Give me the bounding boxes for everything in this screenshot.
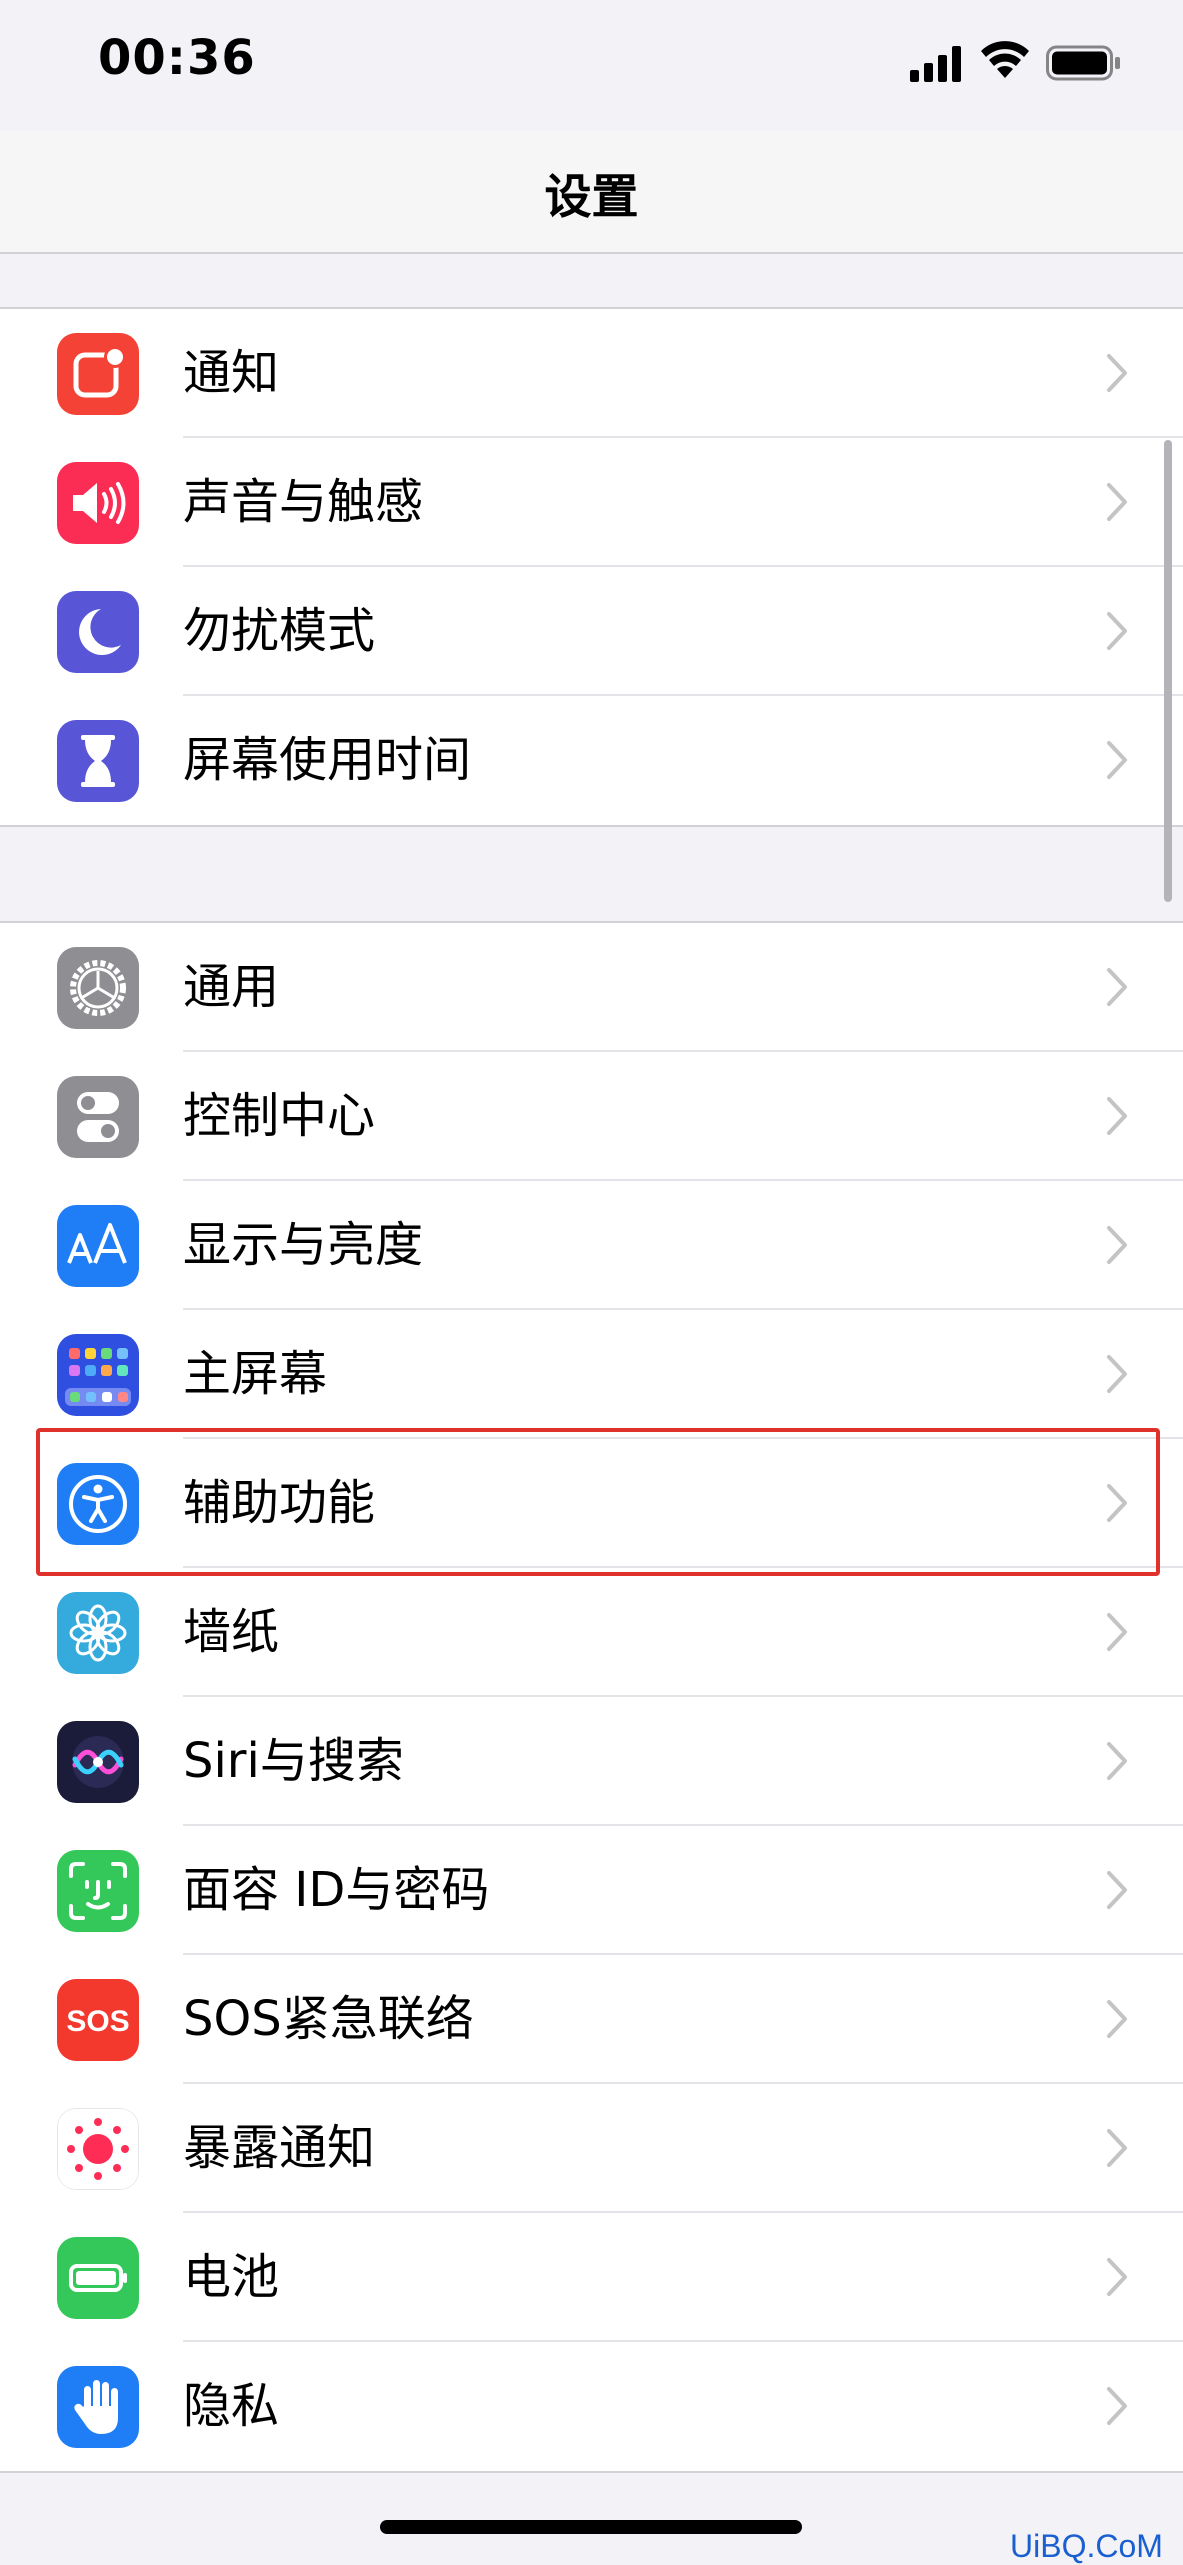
settings-row-screen-time[interactable]: 屏幕使用时间 xyxy=(0,696,1183,825)
battery-icon xyxy=(57,2237,139,2319)
status-bar: 00:36 xyxy=(0,0,1183,130)
settings-row-notifications[interactable]: 通知 xyxy=(0,309,1183,438)
row-label: 暴露通知 xyxy=(183,2120,376,2176)
row-label: 隐私 xyxy=(183,2378,280,2434)
settings-group-1: 通知 声音与触感 勿扰模式 屏幕使用时间 xyxy=(0,307,1183,827)
home-indicator[interactable] xyxy=(380,2520,802,2534)
chevron-right-icon xyxy=(1107,968,1127,1006)
row-label: 屏幕使用时间 xyxy=(183,732,472,788)
row-label: 通知 xyxy=(183,345,280,401)
row-label: Siri与搜索 xyxy=(183,1733,404,1789)
chevron-right-icon xyxy=(1107,2129,1127,2167)
settings-row-face-id[interactable]: 面容 ID与密码 xyxy=(0,1826,1183,1955)
hourglass-icon xyxy=(57,720,139,802)
settings-row-emergency-sos[interactable]: SOS SOS紧急联络 xyxy=(0,1955,1183,2084)
row-label: 声音与触感 xyxy=(183,474,424,530)
cellular-signal-icon xyxy=(910,46,961,82)
hand-icon xyxy=(57,2366,139,2448)
chevron-right-icon xyxy=(1107,1613,1127,1651)
home-screen-icon xyxy=(57,1334,139,1416)
chevron-right-icon xyxy=(1107,741,1127,779)
settings-row-general[interactable]: 通用 xyxy=(0,923,1183,1052)
chevron-right-icon xyxy=(1107,2000,1127,2038)
row-label: 面容 ID与密码 xyxy=(183,1862,490,1918)
sos-icon: SOS xyxy=(57,1979,139,2061)
siri-icon xyxy=(57,1721,139,1803)
chevron-right-icon xyxy=(1107,1355,1127,1393)
chevron-right-icon xyxy=(1107,1226,1127,1264)
watermark-text: UiBQ.CoM xyxy=(1010,2528,1163,2564)
moon-icon xyxy=(57,591,139,673)
wifi-icon xyxy=(981,41,1029,78)
navigation-bar: 设置 xyxy=(0,130,1183,254)
status-time: 00:36 xyxy=(98,30,256,86)
settings-row-display[interactable]: 显示与亮度 xyxy=(0,1181,1183,1310)
chevron-right-icon xyxy=(1107,354,1127,392)
settings-row-control-center[interactable]: 控制中心 xyxy=(0,1052,1183,1181)
settings-group-2: 通用 控制中心 显示与亮度 主屏幕 辅助功能 墙纸 Siri与搜索 面容 ID与… xyxy=(0,921,1183,2473)
battery-status-icon xyxy=(1046,45,1120,81)
row-label: 电池 xyxy=(183,2249,280,2305)
row-label: 勿扰模式 xyxy=(183,603,376,659)
text-size-icon xyxy=(57,1205,139,1287)
flower-icon xyxy=(57,1592,139,1674)
settings-row-wallpaper[interactable]: 墙纸 xyxy=(0,1568,1183,1697)
chevron-right-icon xyxy=(1107,1871,1127,1909)
page-title: 设置 xyxy=(544,170,639,225)
chevron-right-icon xyxy=(1107,2387,1127,2425)
toggles-icon xyxy=(57,1076,139,1158)
svg-text:SOS: SOS xyxy=(66,2005,129,2038)
sound-icon xyxy=(57,462,139,544)
scrollbar-thumb[interactable] xyxy=(1164,440,1172,902)
exposure-icon xyxy=(57,2108,139,2190)
settings-row-exposure[interactable]: 暴露通知 xyxy=(0,2084,1183,2213)
face-id-icon xyxy=(57,1850,139,1932)
settings-row-siri[interactable]: Siri与搜索 xyxy=(0,1697,1183,1826)
settings-row-do-not-disturb[interactable]: 勿扰模式 xyxy=(0,567,1183,696)
row-label: SOS紧急联络 xyxy=(183,1991,474,2047)
settings-row-sounds[interactable]: 声音与触感 xyxy=(0,438,1183,567)
settings-row-home-screen[interactable]: 主屏幕 xyxy=(0,1310,1183,1439)
notifications-icon xyxy=(57,333,139,415)
settings-row-battery[interactable]: 电池 xyxy=(0,2213,1183,2342)
row-label: 主屏幕 xyxy=(183,1346,328,1402)
gear-icon xyxy=(57,947,139,1029)
chevron-right-icon xyxy=(1107,1097,1127,1135)
chevron-right-icon xyxy=(1107,1742,1127,1780)
highlight-annotation-box xyxy=(36,1428,1160,1576)
row-label: 显示与亮度 xyxy=(183,1217,424,1273)
row-label: 墙纸 xyxy=(183,1604,280,1660)
chevron-right-icon xyxy=(1107,612,1127,650)
chevron-right-icon xyxy=(1107,2258,1127,2296)
row-label: 控制中心 xyxy=(183,1088,376,1144)
row-label: 通用 xyxy=(183,959,280,1015)
settings-row-privacy[interactable]: 隐私 xyxy=(0,2342,1183,2471)
chevron-right-icon xyxy=(1107,483,1127,521)
